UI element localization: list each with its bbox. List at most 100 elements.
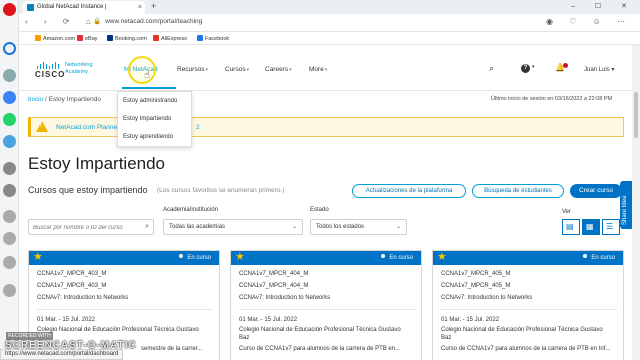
new-tab-button[interactable]: + [151,0,156,13]
nav-careers[interactable]: Careers▾ [265,66,292,73]
bookmark-aliexpress[interactable]: AliExpress [153,35,187,42]
course-status: En curso [583,251,615,265]
opera-logo-icon[interactable] [3,3,16,16]
course-institution: Colegio Nacional de Educación Profesiona… [239,327,401,333]
student-search-button[interactable]: Búsqueda de estudiantes [472,184,564,198]
banner-link-tail[interactable]: 2 [196,124,200,131]
card-divider [239,309,415,310]
course-name[interactable]: CCNA1v7_MPCR_403_M [37,283,106,289]
course-search-field[interactable]: ⌕ [28,219,154,235]
tab-bar: Global NetAcad Instance | × + ‒ ☐ ✕ [19,0,640,14]
menu-item-aprendiendo[interactable]: Estoy aprendiendo [123,134,173,140]
course-dates: 01 Mar. - 15 Jul. 2022 [239,317,298,323]
chevron-down-icon: ▾ [205,67,208,73]
browser-tab[interactable]: Global NetAcad Instance | × [23,1,145,14]
breadcrumb-current: Estoy Impartiendo [48,96,101,103]
course-dates: 01 Mar. - 15 Jul. 2022 [441,317,500,323]
browser-toolbar-icons[interactable]: ◉ ♡ ☺ ⋯ [546,17,632,26]
course-card[interactable]: ★ En curso CCNA1v7_MPCR_405_M CCNA1v7_MP… [432,250,624,360]
platform-updates-button[interactable]: Actualizaciones de la plataforma [352,184,466,198]
speed-dial-icon[interactable] [3,42,16,55]
academy-select[interactable]: Todas las academias ⌄ [163,219,303,235]
course-description: semestre de la carrer... [141,346,203,352]
bookmark-label: Facebook [205,36,230,42]
extensions-icon[interactable] [3,284,16,297]
banner-link[interactable]: NetAcad.com Planne [56,124,117,131]
course-description: Curso de CCNA1v7 para alumnos de la carr… [239,346,401,352]
help-icon[interactable]: ? [521,64,530,73]
scrollbar-thumb[interactable] [634,92,638,138]
nav-recursos[interactable]: Recursos▾ [177,66,208,73]
sidebar-arrow-icon[interactable] [3,184,16,197]
section-note: (Los cursos favoritos se enumeran primer… [157,187,285,194]
facebook-icon [197,35,203,41]
course-card[interactable]: ★ En curso CCNA1v7_MPCR_404_M CCNA1v7_MP… [230,250,422,360]
status-filter-label: Estado [310,207,329,213]
search-icon[interactable]: ⌕ [145,223,149,231]
sidebar-app-icon[interactable] [3,69,16,82]
url-text: www.netacad.com/portal/teaching [105,18,203,25]
cisco-logo-icon[interactable] [37,62,60,69]
active-nav-indicator [122,87,176,89]
hand-pointer-icon: ☝ [144,70,151,81]
course-name[interactable]: CCNA1v7_MPCR_405_M [441,283,510,289]
breadcrumb-home[interactable]: Inicio [28,96,43,103]
bookmarks-icon[interactable] [3,210,16,223]
status-select[interactable]: Todos los estados ⌄ [310,219,407,235]
clock-icon[interactable] [3,232,16,245]
nav-label: Cursos [225,66,246,73]
chevron-down-icon: ▾ [289,67,292,73]
course-name[interactable]: CCNA1v7_MPCR_404_M [239,283,308,289]
menu-item-impartiendo[interactable]: Estoy Impartiendo [123,116,171,122]
last-login-text: Último inicio de sesión en 03/16/2022 a … [491,96,613,102]
mi-netacad-dropdown: Estoy administrando Estoy Impartiendo Es… [117,91,192,147]
card-header: ★ En curso [231,251,421,265]
history-icon[interactable] [3,162,16,175]
course-code: CCNA1v7_MPCR_403_M [37,271,107,277]
create-course-button[interactable]: Crear curso [570,184,622,198]
whatsapp-icon[interactable] [3,113,16,126]
chevron-down-icon: ▾ [324,67,328,73]
networking-academy-brand[interactable]: Networking Academy [65,62,105,76]
bookmark-booking[interactable]: Booking.com [107,35,147,42]
chevron-down-icon: ⌄ [395,224,401,230]
course-title: CCNAv7: Introduction to Networks [239,295,331,301]
favorite-star-icon[interactable]: ★ [437,250,447,264]
url-field[interactable]: 🔒 www.netacad.com/portal/teaching [93,17,202,25]
chevron-down-icon: ▾ [246,67,250,73]
academy-select-value: Todas las academias [169,224,226,230]
close-tab-icon[interactable]: × [138,1,142,14]
cursor-highlight [128,56,156,84]
search-icon[interactable]: ⌕ [489,63,494,74]
share-idea-tab[interactable]: Share Idea [620,181,632,229]
course-institution-line2: Baz [239,335,250,341]
view-label: Ver [562,209,572,215]
nav-more[interactable]: More▾ [309,66,327,73]
view-toggle-list[interactable]: ☰ [602,219,620,235]
aliexpress-icon [153,35,159,41]
favorite-star-icon[interactable]: ★ [235,250,245,264]
nav-label: More [309,66,324,73]
section-title: Cursos que estoy impartiendo [28,185,148,195]
telegram-icon[interactable] [3,135,16,148]
bookmark-facebook[interactable]: Facebook [197,35,229,42]
bookmark-amazon[interactable]: Amazon.com [35,35,75,42]
settings-icon[interactable] [3,256,16,269]
nav-cursos[interactable]: Cursos▾ [225,66,249,73]
messenger-icon[interactable] [3,91,16,104]
menu-item-administrando[interactable]: Estoy administrando [123,98,177,104]
chevron-down-icon[interactable]: ▾ [532,64,535,70]
browser-sidebar [0,0,19,360]
favorite-star-icon[interactable]: ★ [33,250,43,264]
nav-buttons[interactable]: ‹ › ⟳ ⌂ [25,17,98,26]
window-controls[interactable]: ‒ ☐ ✕ [571,0,636,13]
notification-dot [563,63,568,68]
course-search-input[interactable] [33,222,137,233]
user-menu[interactable]: Juan Luis ▾ [584,66,614,73]
bookmarks-bar: Amazon.com eBay Booking.com AliExpress F… [19,32,640,45]
view-toggle-compact[interactable]: ▤ [562,219,580,235]
chevron-down-icon: ⌄ [291,224,297,230]
view-toggle-grid[interactable]: ▦ [582,219,600,235]
bookmark-ebay[interactable]: eBay [77,35,98,42]
course-title: CCNAv7: Introduction to Networks [441,295,533,301]
